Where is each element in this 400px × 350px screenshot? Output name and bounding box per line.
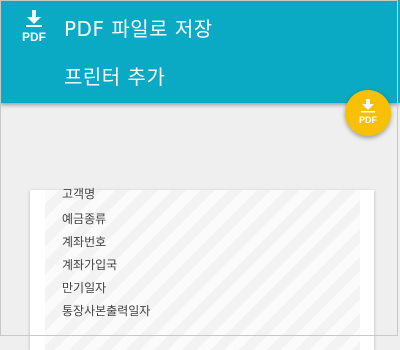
- doc-field-label: 계좌번호: [62, 235, 107, 249]
- doc-field-label: 만기일자: [62, 281, 107, 295]
- add-printer-option[interactable]: 프린터 추가: [0, 53, 390, 97]
- svg-text:PDF: PDF: [22, 30, 46, 44]
- save-as-pdf-option[interactable]: PDF PDF 파일로 저장: [0, 5, 390, 49]
- fab-pdf-text: PDF: [359, 115, 378, 125]
- print-destination-menu: PDF PDF 파일로 저장 프린터 추가: [0, 0, 400, 103]
- doc-field-label: 예금종류: [62, 212, 107, 226]
- save-as-pdf-label: PDF 파일로 저장: [64, 17, 213, 41]
- doc-field-label: 통장사본출력일자: [62, 304, 151, 318]
- save-pdf-fab-button[interactable]: PDF: [345, 90, 391, 136]
- pdf-download-icon: PDF: [359, 99, 378, 125]
- add-printer-label: 프린터 추가: [64, 65, 166, 89]
- pdf-download-icon: PDF: [18, 10, 50, 44]
- document-content: 고객명 예금종류 계좌번호 계좌가입국 만기일자 통장사본출력일자: [45, 187, 360, 350]
- doc-field-label: 고객명: [62, 187, 96, 201]
- print-preview-page[interactable]: 고객명 예금종류 계좌번호 계좌가입국 만기일자 통장사본출력일자: [30, 187, 374, 350]
- doc-field-label: 계좌가입국: [62, 258, 118, 272]
